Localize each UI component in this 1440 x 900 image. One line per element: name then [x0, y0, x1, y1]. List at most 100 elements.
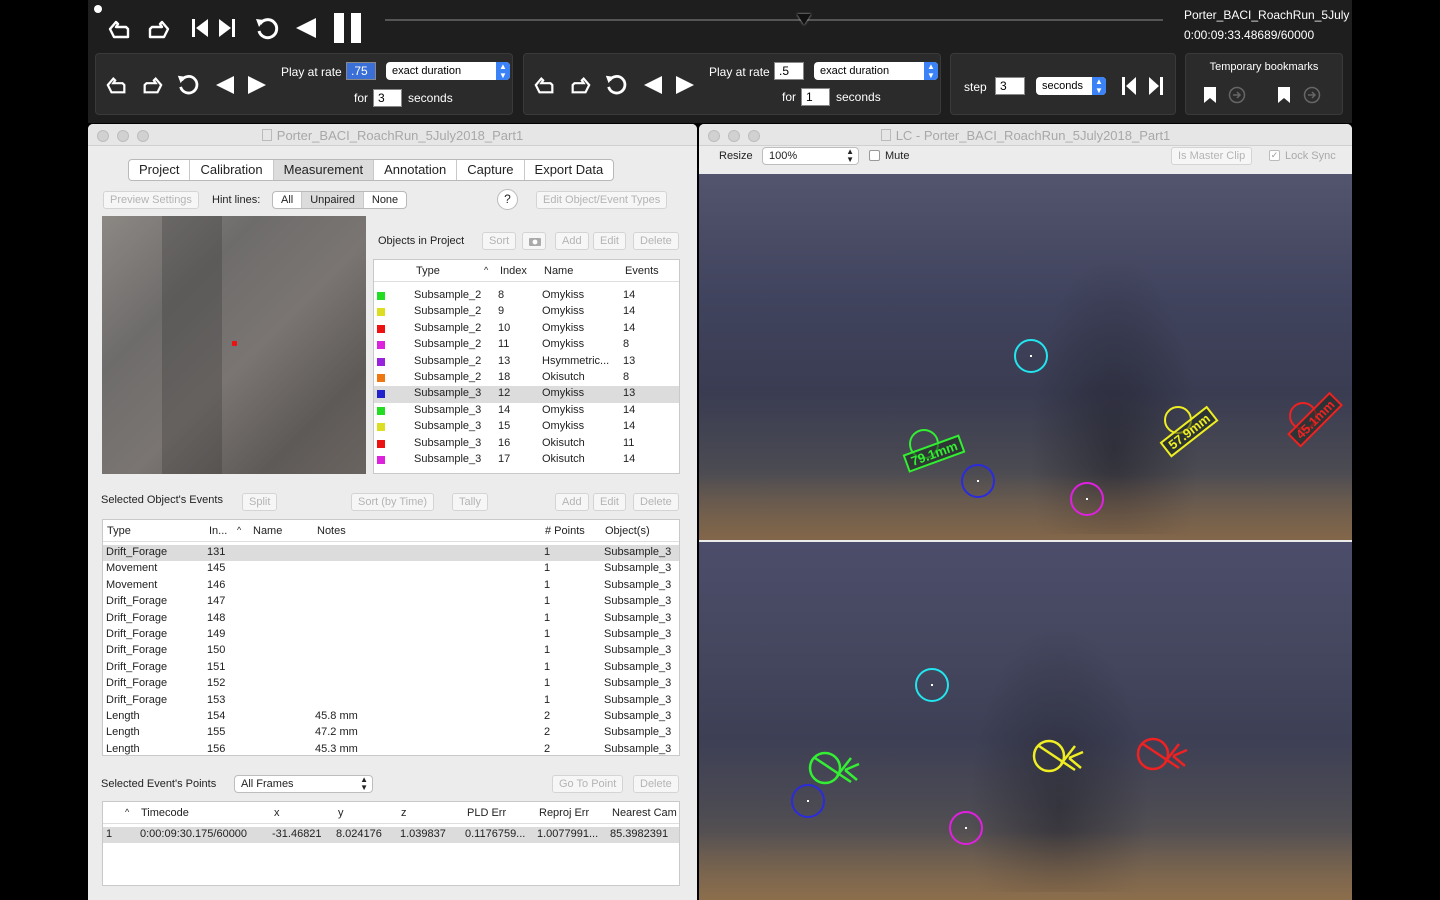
- col-index[interactable]: Index: [500, 265, 527, 277]
- event-row[interactable]: Drift_Forage 147 1 Subsample_3: [103, 594, 679, 610]
- play-reverse-icon[interactable]: [643, 75, 663, 98]
- col-notes[interactable]: Notes: [317, 525, 346, 537]
- step-forward-icon[interactable]: [1148, 76, 1164, 99]
- goto-bookmark-icon[interactable]: [1228, 86, 1246, 107]
- resize-select[interactable]: 100% ▲ ▼: [762, 147, 859, 165]
- play-reverse-icon[interactable]: [294, 17, 318, 42]
- sort-button[interactable]: Sort: [482, 232, 517, 250]
- mute-checkbox[interactable]: [869, 150, 880, 161]
- tab-export-data[interactable]: Export Data: [525, 160, 614, 180]
- event-row[interactable]: Length 154 45.8 mm 2 Subsample_3: [103, 709, 679, 725]
- step-unit-select[interactable]: seconds ▲ ▼: [1036, 77, 1106, 95]
- object-row[interactable]: Subsample_2 18 Okisutch 8: [374, 370, 679, 386]
- col-name[interactable]: Name: [544, 265, 573, 277]
- event-row[interactable]: Length 155 47.2 mm 2 Subsample_3: [103, 725, 679, 741]
- object-row[interactable]: Subsample_2 9 Omykiss 14: [374, 304, 679, 320]
- col-z[interactable]: z: [401, 807, 407, 819]
- col-timecode[interactable]: Timecode: [141, 807, 189, 819]
- hand-back-icon[interactable]: [104, 74, 130, 99]
- col-nearest-cam[interactable]: Nearest Cam: [612, 807, 677, 819]
- scrub-thumb[interactable]: [797, 14, 811, 25]
- edit-object-button[interactable]: Edit: [593, 232, 626, 250]
- marker-circle-blue[interactable]: [961, 464, 995, 498]
- rate-input[interactable]: .75: [346, 62, 376, 80]
- object-row[interactable]: Subsample_2 8 Omykiss 14: [374, 288, 679, 304]
- help-button[interactable]: ?: [497, 189, 518, 210]
- bookmark-icon[interactable]: [1203, 86, 1217, 107]
- add-event-button[interactable]: Add: [555, 493, 589, 511]
- split-button[interactable]: Split: [242, 493, 278, 511]
- delete-object-button[interactable]: Delete: [633, 232, 679, 250]
- frames-select[interactable]: All Frames ▲ ▼: [234, 775, 373, 793]
- event-row[interactable]: Drift_Forage 148 1 Subsample_3: [103, 611, 679, 627]
- object-row[interactable]: Subsample_2 11 Omykiss 8: [374, 337, 679, 353]
- hand-back-icon[interactable]: [106, 17, 134, 41]
- hint-all[interactable]: All: [273, 192, 303, 208]
- event-row[interactable]: Length 156 45.3 mm 2 Subsample_3: [103, 742, 679, 755]
- skip-start-icon[interactable]: [191, 17, 209, 42]
- tab-capture[interactable]: Capture: [457, 160, 525, 180]
- object-row[interactable]: Subsample_2 10 Omykiss 14: [374, 321, 679, 337]
- point-row[interactable]: 1 0:00:09:30.175/60000 -31.46821 8.024176 1.…: [103, 827, 679, 844]
- tab-calibration[interactable]: Calibration: [190, 160, 274, 180]
- step-back-icon[interactable]: [1121, 76, 1137, 99]
- col-type[interactable]: Type: [416, 265, 440, 277]
- goto-point-button[interactable]: Go To Point: [552, 775, 624, 793]
- col-points[interactable]: # Points: [545, 525, 585, 537]
- delete-point-button[interactable]: Delete: [633, 775, 679, 793]
- fish-marker-red-icon[interactable]: [1135, 736, 1191, 775]
- col-y[interactable]: y: [338, 807, 344, 819]
- delete-event-button[interactable]: Delete: [633, 493, 679, 511]
- hand-forward-icon[interactable]: [144, 17, 172, 41]
- scrub-track[interactable]: [385, 19, 1163, 21]
- hand-forward-icon[interactable]: [567, 74, 593, 99]
- object-row[interactable]: Subsample_3 12 Omykiss 13: [374, 386, 679, 403]
- replay-icon[interactable]: [254, 16, 280, 45]
- event-row[interactable]: Movement 145 1 Subsample_3: [103, 561, 679, 577]
- tab-project[interactable]: Project: [129, 160, 191, 180]
- event-row[interactable]: Movement 146 1 Subsample_3: [103, 578, 679, 594]
- bookmark-icon[interactable]: [1277, 86, 1291, 107]
- for-input[interactable]: 3: [373, 89, 402, 107]
- object-row[interactable]: Subsample_3 14 Omykiss 14: [374, 403, 679, 419]
- col-x[interactable]: x: [274, 807, 280, 819]
- tab-annotation[interactable]: Annotation: [374, 160, 458, 180]
- event-row[interactable]: Drift_Forage 153 1 Subsample_3: [103, 693, 679, 709]
- step-input[interactable]: 3: [995, 77, 1025, 95]
- master-clip-button[interactable]: Is Master Clip: [1171, 147, 1253, 165]
- edit-event-button[interactable]: Edit: [593, 493, 626, 511]
- col-reproj-err[interactable]: Reproj Err: [539, 807, 589, 819]
- play-reverse-icon[interactable]: [215, 75, 235, 98]
- fish-marker-yellow-icon[interactable]: [1031, 738, 1087, 777]
- replay-icon[interactable]: [604, 73, 628, 100]
- hand-back-icon[interactable]: [532, 74, 558, 99]
- camera-icon[interactable]: [522, 232, 546, 250]
- marker-circle-cyan[interactable]: [915, 668, 949, 702]
- replay-icon[interactable]: [176, 73, 200, 100]
- sort-by-time-button[interactable]: Sort (by Time): [351, 493, 435, 511]
- preview-settings-button[interactable]: Preview Settings: [103, 191, 199, 209]
- event-row[interactable]: Drift_Forage 149 1 Subsample_3: [103, 627, 679, 643]
- object-row[interactable]: Subsample_2 13 Hsymmetric... 13: [374, 354, 679, 370]
- marker-circle-magenta[interactable]: [1070, 482, 1104, 516]
- col-pld-err[interactable]: PLD Err: [467, 807, 506, 819]
- event-row[interactable]: Drift_Forage 150 1 Subsample_3: [103, 643, 679, 659]
- play-icon[interactable]: [247, 75, 267, 98]
- skip-end-icon[interactable]: [218, 17, 236, 42]
- edit-types-button[interactable]: Edit Object/Event Types: [536, 191, 668, 209]
- fish-marker-green-icon[interactable]: [807, 750, 863, 789]
- hand-forward-icon[interactable]: [139, 74, 165, 99]
- rate-input[interactable]: .5: [774, 62, 804, 80]
- marker-circle-cyan[interactable]: [1014, 339, 1048, 373]
- pause-icon[interactable]: [331, 13, 365, 46]
- duration-mode-select[interactable]: exact duration ▲ ▼: [386, 62, 510, 80]
- duration-mode-select[interactable]: exact duration ▲ ▼: [814, 62, 938, 80]
- lock-sync-checkbox[interactable]: ✓: [1269, 150, 1280, 161]
- for-input[interactable]: 1: [801, 88, 830, 106]
- hint-none[interactable]: None: [364, 192, 406, 208]
- col-events[interactable]: Events: [625, 265, 659, 277]
- event-row[interactable]: Drift_Forage 131 1 Subsample_3: [103, 545, 679, 562]
- tab-measurement[interactable]: Measurement: [273, 160, 375, 180]
- object-row[interactable]: Subsample_3 17 Okisutch 14: [374, 452, 679, 468]
- play-icon[interactable]: [675, 75, 695, 98]
